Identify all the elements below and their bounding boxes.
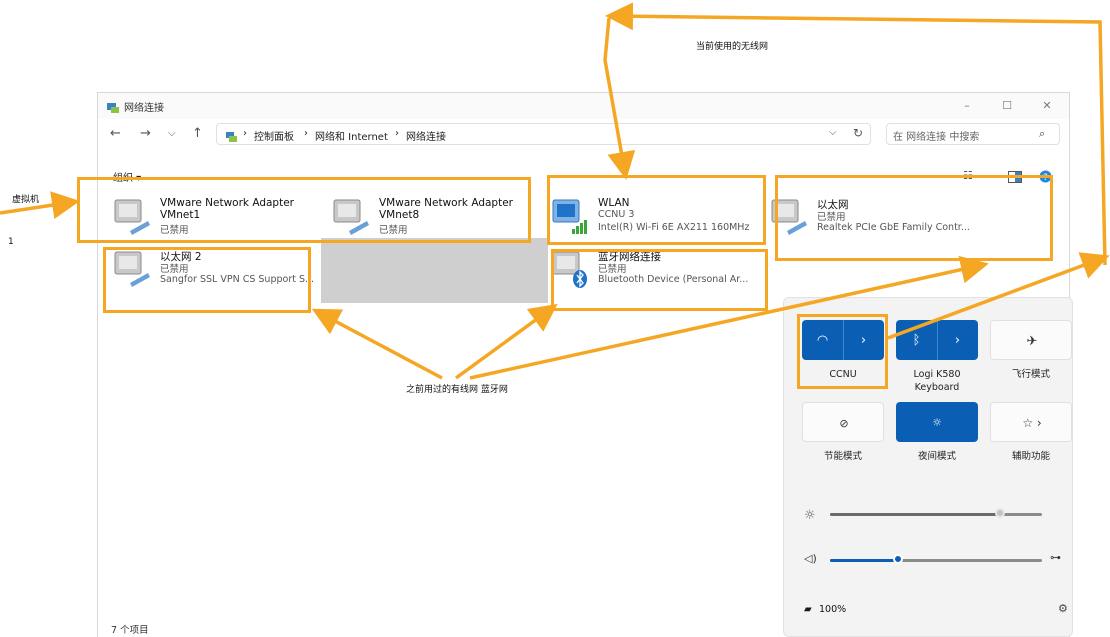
annotation-current-wifi: 当前使用的无线网 xyxy=(696,42,769,52)
annotation-previous-wired-bt: 之前用过的有线网 蓝牙网 xyxy=(406,385,508,395)
annotation-arrows xyxy=(0,2,1110,380)
annotation-left-edge: 1 xyxy=(8,237,14,247)
annotation-virtual-machine: 虚拟机 xyxy=(12,195,40,205)
